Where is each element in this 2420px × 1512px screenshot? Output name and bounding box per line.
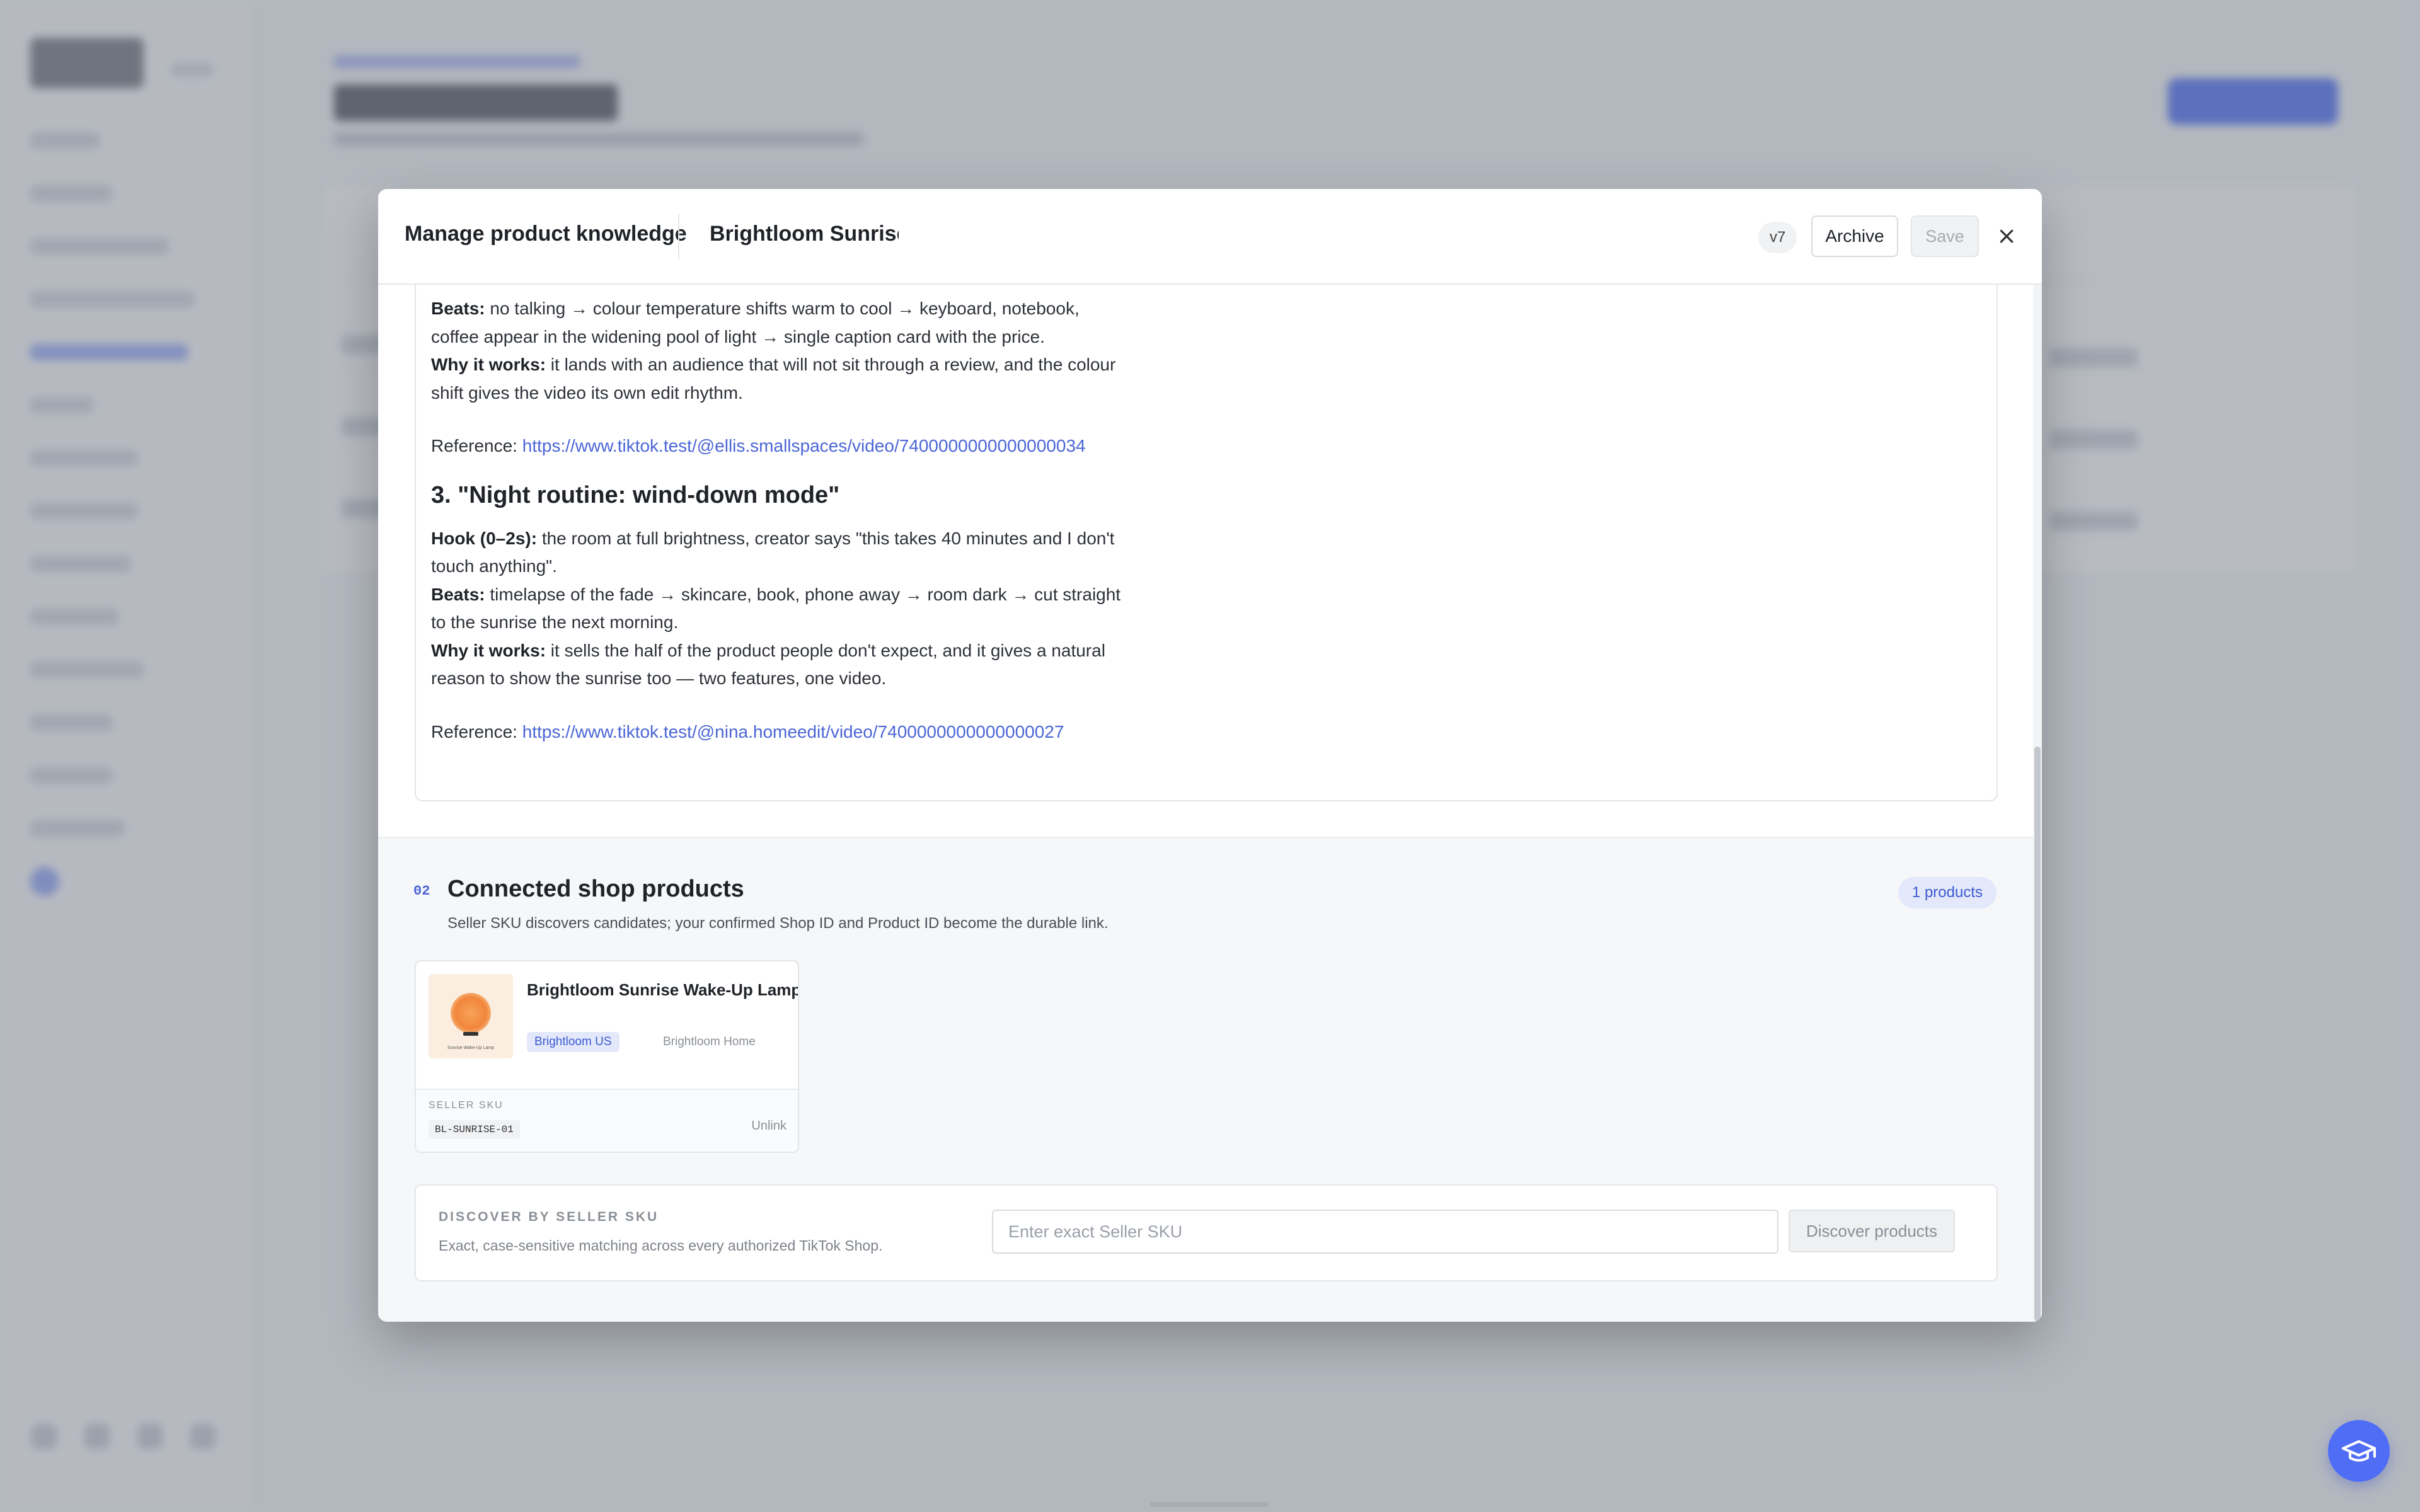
discover-by-sku-panel: DISCOVER BY SELLER SKU Exact, case-sensi… bbox=[415, 1184, 1998, 1281]
product-card-footer: SELLER SKU BL-SUNRISE-01 Unlink bbox=[416, 1089, 798, 1152]
window-resize-handle bbox=[1150, 1502, 1269, 1507]
discover-products-button[interactable]: Discover products bbox=[1789, 1210, 1955, 1252]
beats-text: no talking → colour temperature shifts w… bbox=[431, 299, 1080, 346]
seller-sku-label: SELLER SKU bbox=[429, 1100, 504, 1111]
beats-paragraph: Beats: timelapse of the fade → skincare,… bbox=[431, 581, 1124, 637]
seller-sku-value: BL-SUNRISE-01 bbox=[429, 1120, 520, 1139]
modal-title: Manage product knowledge bbox=[405, 222, 687, 246]
product-thumbnail: Sunrise Wake-Up Lamp bbox=[429, 974, 513, 1058]
help-button[interactable] bbox=[2328, 1420, 2390, 1482]
product-name-heading: Brightloom Sunrise Wake-Up Lamp bbox=[710, 222, 899, 246]
beats-label: Beats: bbox=[431, 299, 485, 318]
connected-shop-products-section: 02 Connected shop products Seller SKU di… bbox=[378, 837, 2042, 1322]
shop-name: Brightloom Home bbox=[663, 1035, 756, 1048]
reference-link[interactable]: https://www.tiktok.test/@nina.homeedit/v… bbox=[522, 722, 1064, 742]
knowledge-document: Beats: no talking → colour temperature s… bbox=[415, 285, 1998, 801]
archive-button[interactable]: Archive bbox=[1811, 215, 1898, 257]
lamp-glow bbox=[451, 993, 491, 1033]
close-icon[interactable]: × bbox=[1990, 219, 2023, 252]
section-heading: 3. "Night routine: wind-down mode" bbox=[431, 481, 840, 508]
graduation-cap-icon bbox=[2342, 1440, 2376, 1462]
header-divider bbox=[678, 214, 679, 260]
why-label: Why it works: bbox=[431, 355, 546, 374]
section-number: 02 bbox=[413, 883, 430, 899]
why-paragraph: Why it works: it sells the half of the p… bbox=[431, 637, 1124, 693]
save-button[interactable]: Save bbox=[1911, 215, 1979, 257]
thumbnail-caption: Sunrise Wake-Up Lamp bbox=[447, 1046, 495, 1050]
scrollbar-thumb[interactable] bbox=[2034, 747, 2041, 1321]
manage-product-knowledge-modal: Beats: no talking → colour temperature s… bbox=[378, 189, 2042, 1322]
document-content: Beats: no talking → colour temperature s… bbox=[431, 295, 1124, 746]
discover-description: Exact, case-sensitive matching across ev… bbox=[439, 1237, 883, 1254]
hook-paragraph: Hook (0–2s): the room at full brightness… bbox=[431, 525, 1124, 581]
hook-label: Hook (0–2s): bbox=[431, 528, 538, 548]
reference-label: Reference: bbox=[431, 721, 517, 742]
product-count-badge: 1 products bbox=[1898, 877, 1997, 908]
seller-sku-input[interactable] bbox=[992, 1210, 1778, 1254]
beats-paragraph: Beats: no talking → colour temperature s… bbox=[431, 295, 1124, 351]
unlink-button[interactable]: Unlink bbox=[751, 1119, 786, 1133]
modal-body[interactable]: Beats: no talking → colour temperature s… bbox=[378, 285, 2042, 1322]
reference-paragraph: Reference: https://www.tiktok.test/@nina… bbox=[431, 718, 1124, 747]
modal-header: Manage product knowledge Brightloom Sunr… bbox=[378, 189, 2042, 285]
version-badge: v7 bbox=[1758, 222, 1797, 253]
reference-label: Reference: bbox=[431, 436, 517, 455]
beats-text: timelapse of the fade → skincare, book, … bbox=[431, 584, 1121, 633]
reference-paragraph: Reference: https://www.tiktok.test/@elli… bbox=[431, 432, 1124, 461]
product-card[interactable]: Sunrise Wake-Up Lamp Brightloom Sunrise … bbox=[415, 960, 799, 1153]
why-paragraph: Why it works: it lands with an audience … bbox=[431, 351, 1124, 407]
section-title: Connected shop products bbox=[447, 876, 744, 902]
section-subtitle: Seller SKU discovers candidates; your co… bbox=[447, 915, 1109, 932]
product-name: Brightloom Sunrise Wake-Up Lamp bbox=[527, 980, 799, 999]
beats-label: Beats: bbox=[431, 584, 485, 604]
discover-label: DISCOVER BY SELLER SKU bbox=[439, 1210, 659, 1224]
shop-tag: Brightloom US bbox=[527, 1032, 619, 1052]
why-label: Why it works: bbox=[431, 640, 546, 660]
reference-link[interactable]: https://www.tiktok.test/@ellis.smallspac… bbox=[522, 436, 1086, 455]
lamp-base bbox=[463, 1032, 478, 1036]
